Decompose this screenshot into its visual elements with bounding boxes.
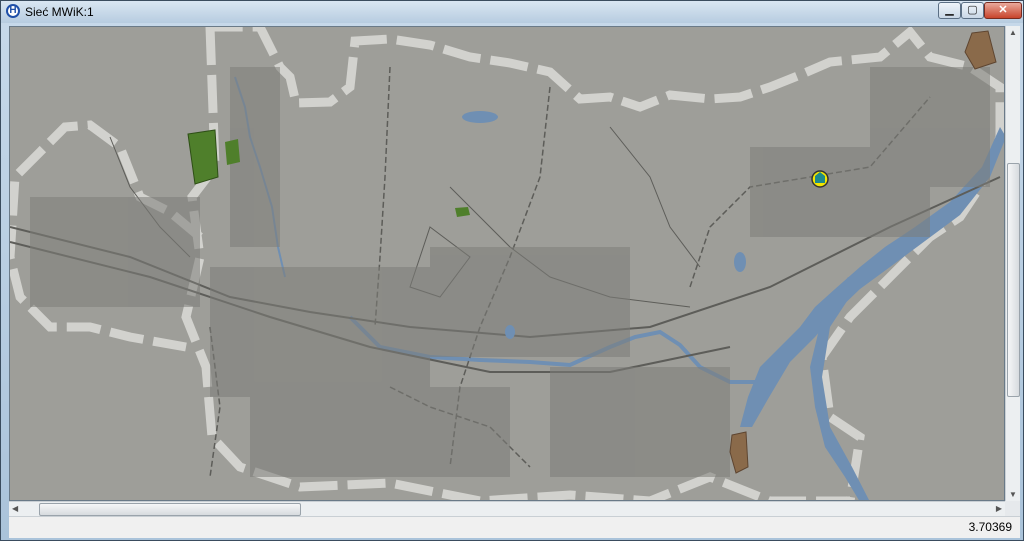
maximize-button[interactable]: ▢ [961,2,984,19]
brown-area-south [729,431,749,474]
selected-object-marker[interactable] [811,170,829,188]
scroll-down-icon[interactable]: ▼ [1009,490,1017,499]
status-bar: 3.70369 [9,516,1020,538]
scrollbar-corner [1005,501,1020,516]
building-icon [815,176,825,183]
scroll-left-icon[interactable]: ◀ [12,504,18,513]
app-icon: H [6,4,20,18]
window-title: Sieć MWiK:1 [25,5,94,19]
horizontal-scroll-thumb[interactable] [39,503,301,516]
city-blocks [30,67,990,477]
horizontal-scrollbar[interactable]: ◀ ▶ [9,501,1005,516]
close-button[interactable]: ✕ [984,2,1022,19]
map-canvas[interactable] [9,26,1005,501]
vertical-scroll-thumb[interactable] [1007,163,1020,397]
green-area-small [225,139,240,165]
application-window: H Sieć MWiK:1 ▁ ▢ ✕ ▲ ▼ ◀ ▶ 3.70369 [0,0,1024,541]
scroll-right-icon[interactable]: ▶ [996,504,1002,513]
minimize-button[interactable]: ▁ [938,2,961,19]
brown-area [964,30,997,70]
title-bar[interactable]: H Sieć MWiK:1 ▁ ▢ ✕ [1,1,1023,23]
vertical-scrollbar[interactable]: ▲ ▼ [1005,26,1020,501]
network-map[interactable] [10,27,1005,501]
green-area [187,129,219,185]
map-scale-value: 3.70369 [968,520,1012,534]
scroll-up-icon[interactable]: ▲ [1009,28,1017,37]
green-area-park [455,207,470,217]
